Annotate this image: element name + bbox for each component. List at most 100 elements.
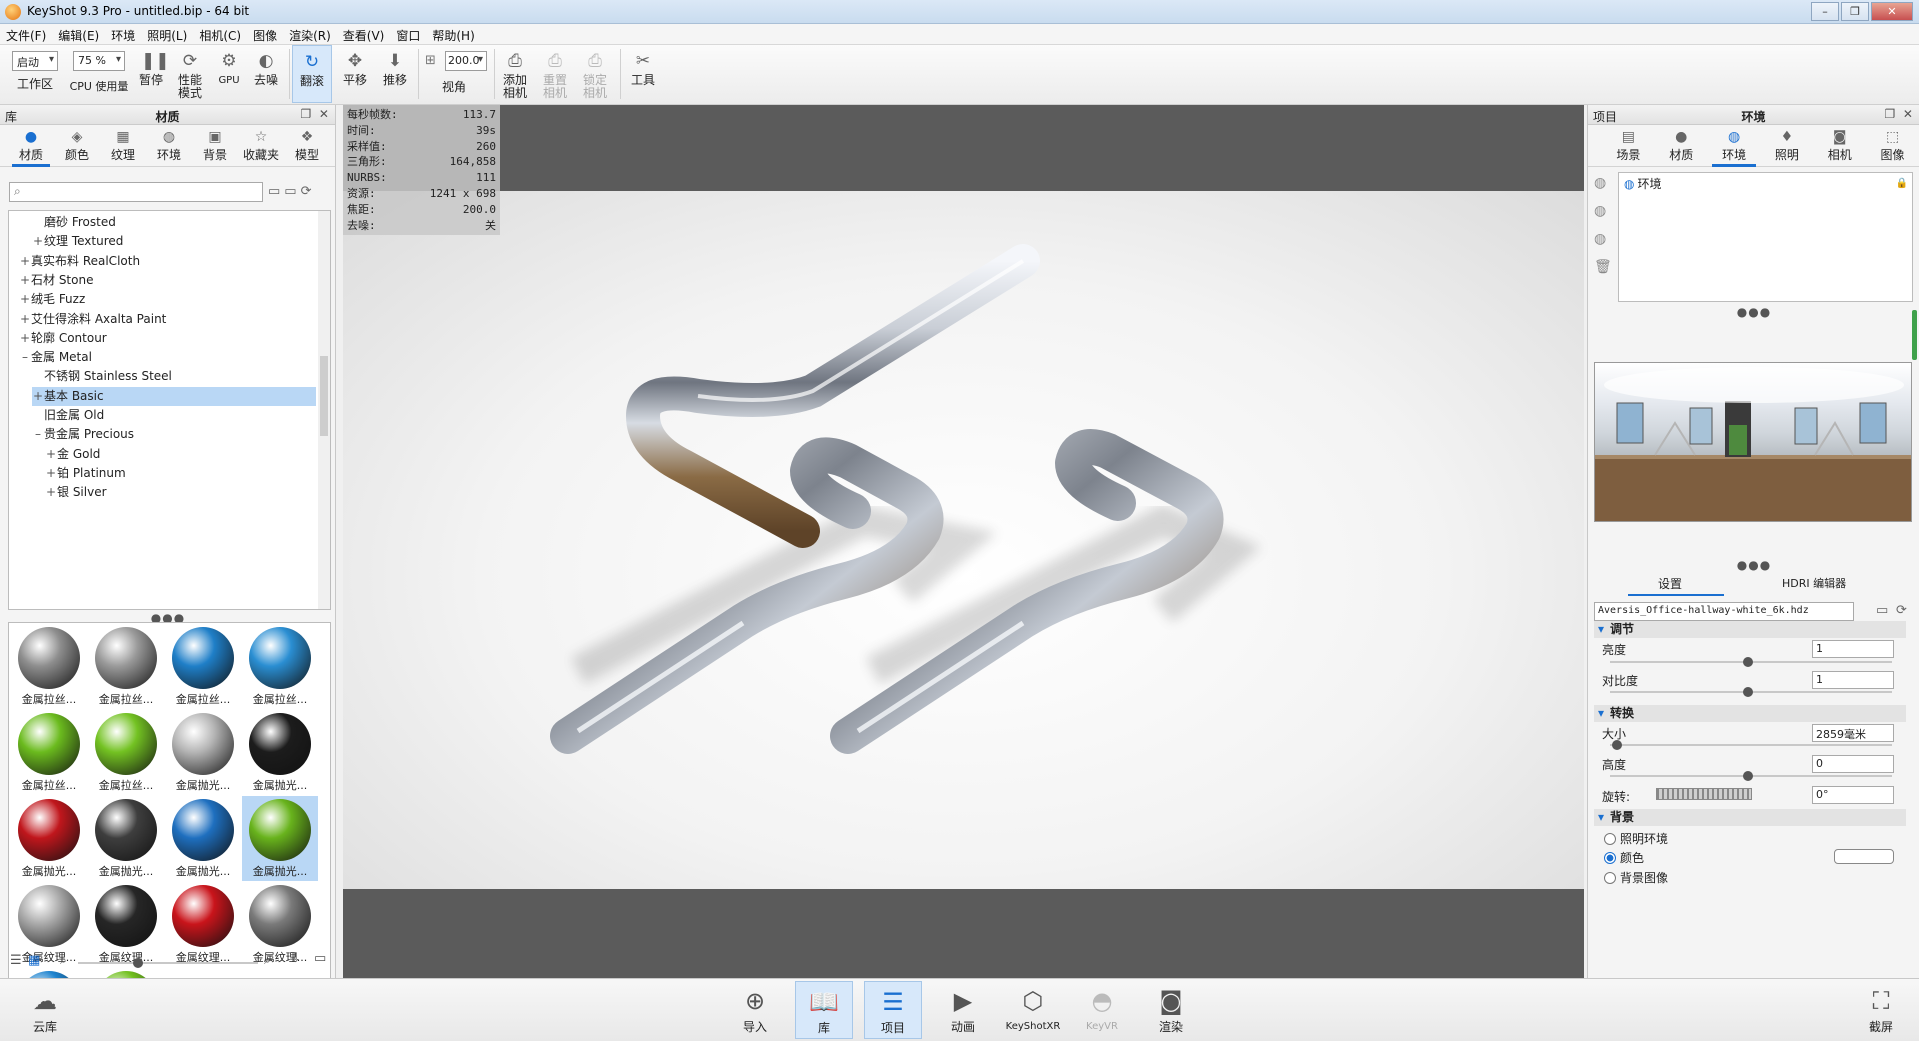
screenshot-button[interactable]: ⛶ 截屏	[1852, 981, 1910, 1039]
tree-item[interactable]: 不锈钢 Stainless Steel	[32, 367, 316, 386]
section-adjust[interactable]: 调节	[1594, 621, 1906, 638]
material-thumbnail[interactable]: 金属拉丝...	[11, 624, 87, 709]
environment-list-item[interactable]: ◍ 环境 🔒	[1621, 175, 1910, 193]
expand-icon[interactable]: +	[45, 445, 57, 464]
menu-file[interactable]: 文件(F)	[0, 24, 52, 44]
render-button[interactable]: ◙ 渲染	[1142, 981, 1200, 1039]
background-lighting-radio[interactable]: 照明环境	[1604, 830, 1668, 847]
grid-view-icon[interactable]: ▦	[28, 953, 40, 968]
tree-item[interactable]: +铂 Platinum	[45, 464, 316, 483]
tree-item[interactable]: +绒毛 Fuzz	[19, 290, 316, 309]
background-image-radio[interactable]: 背景图像	[1604, 869, 1668, 886]
tab-settings[interactable]: 设置	[1658, 575, 1682, 592]
collapse-icon[interactable]: –	[32, 425, 44, 444]
menu-edit[interactable]: 编辑(E)	[52, 24, 105, 44]
tools-button[interactable]: ✂ 工具	[624, 45, 662, 103]
keyvr-button[interactable]: ◓ KeyVR	[1073, 981, 1131, 1039]
denoise-button[interactable]: ◐ 去噪	[248, 45, 284, 103]
tab-project-material[interactable]: ● 材质	[1655, 125, 1708, 166]
expand-icon[interactable]: +	[19, 271, 31, 290]
brightness-slider[interactable]	[1610, 657, 1892, 667]
menu-view[interactable]: 查看(V)	[337, 24, 391, 44]
animation-button[interactable]: ▶ 动画	[934, 981, 992, 1039]
material-thumbnail[interactable]: 金属纹理...	[242, 882, 318, 967]
material-thumbnail[interactable]: 金属抛光...	[88, 796, 164, 881]
workspace-select[interactable]: 启动	[12, 51, 58, 71]
tree-item[interactable]: +基本 Basic	[32, 386, 316, 406]
material-thumbnail[interactable]: 金属拉丝...	[165, 624, 241, 709]
tumble-button[interactable]: ↻ 翻滚	[292, 45, 332, 103]
reload-icon[interactable]: ⟳	[1896, 603, 1907, 618]
dolly-button[interactable]: ⬇ 推移	[376, 45, 414, 103]
menu-window[interactable]: 窗口	[390, 24, 426, 44]
fov-input[interactable]: 200.0	[445, 51, 487, 71]
download-icon[interactable]: ⇩	[290, 951, 301, 966]
menu-camera[interactable]: 相机(C)	[193, 24, 247, 44]
realtime-render[interactable]	[343, 191, 1584, 889]
project-button[interactable]: ☰ 项目	[864, 981, 922, 1039]
add-environment-icon[interactable]: ◍	[1594, 175, 1612, 203]
tab-camera[interactable]: ◙ 相机	[1813, 125, 1866, 166]
tab-materials[interactable]: ● 材质	[8, 125, 54, 167]
tab-textures[interactable]: ▦ 纹理	[100, 125, 146, 166]
size-input[interactable]: 2859毫米	[1812, 724, 1894, 742]
zoom-out-icon[interactable]: ⌕	[60, 953, 67, 968]
contrast-input[interactable]: 1	[1812, 671, 1894, 689]
tree-item[interactable]: +真实布料 RealCloth	[19, 252, 316, 271]
library-search-input[interactable]: ⌕	[9, 182, 263, 202]
rotation-dial[interactable]	[1656, 788, 1752, 800]
brightness-input[interactable]: 1	[1812, 640, 1894, 658]
pan-button[interactable]: ✥ 平移	[336, 45, 374, 103]
menu-render[interactable]: 渲染(R)	[283, 24, 337, 44]
folder-icon[interactable]: ▭	[314, 951, 326, 966]
expand-icon[interactable]: +	[45, 464, 57, 483]
contrast-slider[interactable]	[1610, 687, 1892, 697]
lock-camera-button[interactable]: ⎙ 锁定相机	[576, 45, 614, 103]
folder-refresh-icons[interactable]: ▭▭⟳	[268, 184, 315, 199]
render-viewport[interactable]: 每秒帧数: 113.7 时间: 39s 采样值: 260 三角形: 164,858 NURBS:…	[343, 105, 1584, 978]
minimize-button[interactable]: –	[1811, 2, 1839, 21]
splitter-handle[interactable]: ●●●	[1588, 558, 1919, 572]
gpu-button[interactable]: ⚙ GPU	[212, 45, 246, 103]
tree-item[interactable]: +银 Silver	[45, 483, 316, 502]
tab-colors[interactable]: ◈ 颜色	[54, 125, 100, 166]
size-slider[interactable]	[1610, 740, 1892, 750]
section-transform[interactable]: 转换	[1594, 705, 1906, 722]
background-color-radio[interactable]: 颜色	[1604, 849, 1644, 866]
tree-item[interactable]: 旧金属 Old	[32, 406, 316, 425]
panel-float-close-icons[interactable]: ❐ ✕	[1885, 107, 1913, 121]
tree-item[interactable]: +石材 Stone	[19, 271, 316, 290]
collapse-icon[interactable]: –	[19, 348, 31, 367]
pause-button[interactable]: ❚❚ 暂停	[134, 45, 170, 103]
material-thumbnail[interactable]: 金属抛光...	[165, 796, 241, 881]
tab-scene[interactable]: ▤ 场景	[1602, 125, 1655, 166]
rotation-input[interactable]: 0°	[1812, 786, 1894, 804]
material-thumbnail[interactable]: 金属抛光...	[242, 796, 318, 881]
material-thumbnail[interactable]: 金属拉丝...	[242, 624, 318, 709]
performance-mode-button[interactable]: ⟳ 性能模式	[170, 45, 210, 103]
splitter-handle[interactable]: ●●●	[1588, 305, 1919, 319]
height-slider[interactable]	[1610, 771, 1892, 781]
expand-icon[interactable]: +	[45, 483, 57, 502]
menu-image[interactable]: 图像	[247, 24, 283, 44]
menu-help[interactable]: 帮助(H)	[426, 24, 480, 44]
tab-backplates[interactable]: ▣ 背景	[192, 125, 238, 166]
reset-camera-button[interactable]: ⎙ 重置相机	[536, 45, 574, 103]
zoom-in-icon[interactable]: ⌕	[264, 953, 271, 968]
expand-icon[interactable]: +	[32, 232, 44, 251]
list-view-icon[interactable]: ☰	[10, 953, 22, 968]
expand-icon[interactable]: +	[19, 252, 31, 271]
import-button[interactable]: ⊕ 导入	[726, 981, 784, 1039]
close-button[interactable]: ✕	[1871, 2, 1913, 21]
menu-lighting[interactable]: 照明(L)	[141, 24, 193, 44]
hdri-file-field[interactable]: Aversis_Office-hallway-white_6k.hdz	[1594, 602, 1854, 621]
tab-environments[interactable]: ◍ 环境	[146, 125, 192, 166]
cpu-usage-select[interactable]: 75 %	[73, 51, 125, 71]
material-thumbnail[interactable]: 金属拉丝...	[88, 624, 164, 709]
material-thumbnail[interactable]: 金属抛光...	[11, 796, 87, 881]
tree-item[interactable]: – 贵金属 Precious	[32, 425, 316, 444]
material-thumbnail[interactable]: 金属拉丝...	[88, 710, 164, 795]
panel-float-close-icons[interactable]: ❐ ✕	[301, 107, 329, 121]
maximize-button[interactable]: ❐	[1841, 2, 1869, 21]
expand-icon[interactable]: +	[32, 387, 44, 406]
